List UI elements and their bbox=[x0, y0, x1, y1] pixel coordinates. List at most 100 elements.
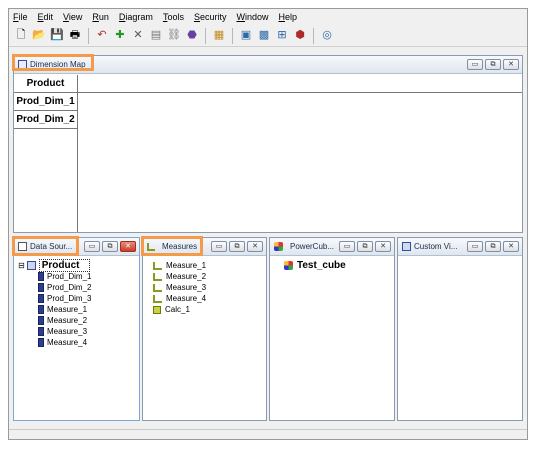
window-icon bbox=[18, 60, 27, 69]
menu-diagram[interactable]: Diagram bbox=[119, 12, 153, 22]
restore-button[interactable]: ⧉ bbox=[357, 241, 373, 252]
measure-item[interactable]: Measure_4 bbox=[153, 293, 262, 304]
tree-item[interactable]: Measure_3 bbox=[18, 326, 135, 337]
undo-icon[interactable]: ↶ bbox=[94, 28, 110, 44]
minimize-button[interactable]: ▭ bbox=[211, 241, 227, 252]
dimension-cell[interactable]: Prod_Dim_1 bbox=[14, 93, 77, 111]
filter-icon[interactable]: ⬣ bbox=[184, 28, 200, 44]
menu-window[interactable]: Window bbox=[236, 12, 268, 22]
restore-button[interactable]: ⧉ bbox=[102, 241, 118, 252]
tree-item-label: Measure_3 bbox=[47, 327, 88, 336]
powercube-label: Test_cube bbox=[297, 260, 346, 271]
save-icon[interactable]: 💾 bbox=[49, 28, 65, 44]
measures-icon bbox=[147, 242, 155, 251]
cube-icon[interactable]: ⬢ bbox=[292, 28, 308, 44]
link-icon[interactable]: ⛓ bbox=[166, 28, 182, 44]
add-icon[interactable]: ✚ bbox=[112, 28, 128, 44]
custom-views-titlebar[interactable]: Custom Vi... ▭ ⧉ ✕ bbox=[398, 238, 522, 256]
minimize-button[interactable]: ▭ bbox=[339, 241, 355, 252]
tree-root[interactable]: ⊟ Product bbox=[18, 259, 135, 272]
split-icon[interactable]: ⊞ bbox=[274, 28, 290, 44]
tree-item[interactable]: Prod_Dim_1 bbox=[18, 271, 135, 282]
custom-view-icon bbox=[402, 242, 411, 251]
measure-column-icon bbox=[38, 316, 44, 325]
menu-security[interactable]: Security bbox=[194, 12, 227, 22]
image-icon[interactable]: ▣ bbox=[238, 28, 254, 44]
measure-label: Measure_3 bbox=[166, 283, 207, 292]
close-button[interactable]: ✕ bbox=[503, 59, 519, 70]
collapse-icon[interactable]: ⊟ bbox=[18, 261, 25, 270]
close-button[interactable]: ✕ bbox=[375, 241, 391, 252]
tree-item-label: Measure_4 bbox=[47, 338, 88, 347]
dimension-icon bbox=[38, 283, 44, 292]
menu-run[interactable]: Run bbox=[92, 12, 109, 22]
menu-view[interactable]: View bbox=[63, 12, 82, 22]
restore-button[interactable]: ⧉ bbox=[485, 241, 501, 252]
dimension-map-title: Dimension Map bbox=[30, 60, 86, 69]
dimension-header[interactable]: Product bbox=[14, 75, 77, 93]
powercubes-title: PowerCub... bbox=[290, 242, 335, 251]
tree-item[interactable]: Measure_2 bbox=[18, 315, 135, 326]
tree-item[interactable]: Prod_Dim_3 bbox=[18, 293, 135, 304]
custom-views-panel: Custom Vi... ▭ ⧉ ✕ bbox=[397, 237, 523, 421]
powercube-icon bbox=[284, 261, 293, 270]
measure-item[interactable]: Measure_1 bbox=[153, 260, 262, 271]
measure-icon bbox=[153, 283, 162, 292]
open-icon[interactable]: 📂 bbox=[31, 28, 47, 44]
powercubes-titlebar[interactable]: PowerCub... ▭ ⧉ ✕ bbox=[270, 238, 394, 256]
data-source-panel: Data Sour... ▭ ⧉ ✕ ⊟ Product Prod_Dim_1 … bbox=[13, 237, 140, 421]
measure-item[interactable]: Measure_3 bbox=[153, 282, 262, 293]
data-source-tree: ⊟ Product Prod_Dim_1 Prod_Dim_2 Prod_Dim… bbox=[18, 259, 135, 348]
print-icon[interactable]: 🖶 bbox=[67, 28, 83, 44]
measure-item[interactable]: Measure_2 bbox=[153, 271, 262, 282]
dimension-icon bbox=[38, 294, 44, 303]
delete-icon[interactable]: ✕ bbox=[130, 28, 146, 44]
minimize-button[interactable]: ▭ bbox=[467, 59, 483, 70]
close-button[interactable]: ✕ bbox=[120, 241, 136, 252]
measure-column-icon bbox=[38, 305, 44, 314]
powercube-list: Test_cube bbox=[284, 260, 390, 271]
minimize-button[interactable]: ▭ bbox=[84, 241, 100, 252]
tree-item-label: Prod_Dim_3 bbox=[47, 294, 92, 303]
tree-item-label: Measure_1 bbox=[47, 305, 88, 314]
tree-item[interactable]: Measure_4 bbox=[18, 337, 135, 348]
restore-button[interactable]: ⧉ bbox=[485, 59, 501, 70]
measures-list: Measure_1 Measure_2 Measure_3 Measure_4 … bbox=[153, 260, 262, 315]
measure-icon bbox=[153, 261, 162, 270]
restore-button[interactable]: ⧉ bbox=[229, 241, 245, 252]
application-window: File Edit View Run Diagram Tools Securit… bbox=[8, 8, 528, 440]
tree-item[interactable]: Prod_Dim_2 bbox=[18, 282, 135, 293]
close-button[interactable]: ✕ bbox=[503, 241, 519, 252]
dimension-icon bbox=[38, 272, 44, 281]
image-alt-icon[interactable]: ▩ bbox=[256, 28, 272, 44]
measure-label: Measure_4 bbox=[166, 294, 207, 303]
status-bar bbox=[9, 429, 527, 439]
window-icon bbox=[18, 242, 27, 251]
tree-item[interactable]: Measure_1 bbox=[18, 304, 135, 315]
custom-views-title: Custom Vi... bbox=[414, 242, 458, 251]
data-source-title: Data Sour... bbox=[30, 242, 73, 251]
powercubes-panel: PowerCub... ▭ ⧉ ✕ Test_cube bbox=[269, 237, 395, 421]
dimension-map-titlebar[interactable]: Dimension Map ▭ ⧉ ✕ bbox=[14, 56, 522, 74]
menu-file[interactable]: File bbox=[13, 12, 28, 22]
measure-icon bbox=[153, 272, 162, 281]
calc-item[interactable]: Calc_1 bbox=[153, 304, 262, 315]
help-icon[interactable]: ◎ bbox=[319, 28, 335, 44]
calculation-icon bbox=[153, 305, 161, 314]
menu-tools[interactable]: Tools bbox=[163, 12, 184, 22]
minimize-button[interactable]: ▭ bbox=[467, 241, 483, 252]
menu-edit[interactable]: Edit bbox=[38, 12, 54, 22]
new-icon[interactable]: 🗋 bbox=[13, 28, 29, 44]
powercube-item[interactable]: Test_cube bbox=[284, 260, 390, 271]
measures-panel: Measures ▭ ⧉ ✕ Measure_1 Measure_2 Measu… bbox=[142, 237, 267, 421]
measures-titlebar[interactable]: Measures ▭ ⧉ ✕ bbox=[143, 238, 266, 256]
data-source-titlebar[interactable]: Data Sour... ▭ ⧉ ✕ bbox=[14, 238, 139, 256]
toolbar: 🗋 📂 💾 🖶 ↶ ✚ ✕ ▤ ⛓ ⬣ ▦ ▣ ▩ ⊞ ⬢ ◎ bbox=[9, 25, 527, 47]
tree-item-label: Prod_Dim_1 bbox=[47, 272, 92, 281]
close-button[interactable]: ✕ bbox=[247, 241, 263, 252]
chart-icon[interactable]: ▦ bbox=[211, 28, 227, 44]
grid-icon[interactable]: ▤ bbox=[148, 28, 164, 44]
calc-label: Calc_1 bbox=[165, 305, 190, 314]
menu-help[interactable]: Help bbox=[279, 12, 298, 22]
dimension-cell[interactable]: Prod_Dim_2 bbox=[14, 111, 77, 129]
